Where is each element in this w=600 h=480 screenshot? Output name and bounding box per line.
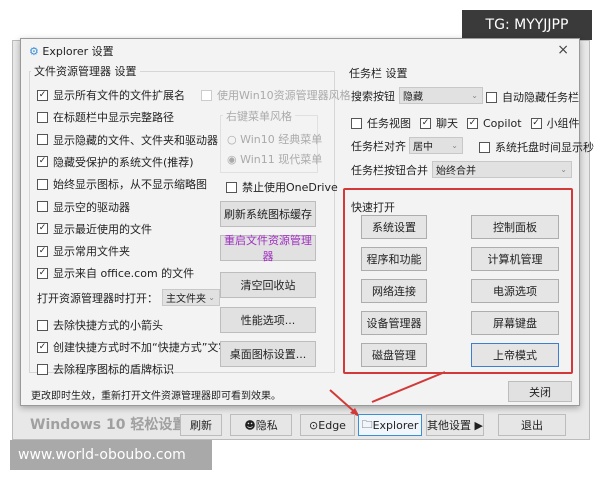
watermark: www.world-oboubo.com <box>10 440 212 470</box>
appbar-button-label: Edge <box>318 418 346 432</box>
appbar-button-label: 退出 <box>521 419 543 432</box>
appbar-button[interactable]: ☻ 隐私 <box>230 414 292 436</box>
appbar-button[interactable]: ⊙ Edge <box>300 414 355 436</box>
mask-icon: ☻ <box>244 418 256 432</box>
appbar-button-label: 刷新 <box>190 419 212 432</box>
appbar-button[interactable]: 🗀 Explorer <box>358 414 422 436</box>
folder-icon: 🗀 <box>361 417 373 431</box>
appbar-button-label: 其他设置 ▶ <box>427 419 483 432</box>
edge-icon: ⊙ <box>309 418 319 432</box>
appbar-button[interactable]: 其他设置 ▶ <box>426 414 484 436</box>
appbar-button-label: Explorer <box>372 418 419 432</box>
appbar-button-label: 隐私 <box>255 419 278 432</box>
arrow-line <box>371 371 446 403</box>
appbar-button[interactable]: 退出 <box>498 414 566 436</box>
appbar-title: Windows 10 轻松设置 <box>30 417 187 433</box>
annotation-arrows <box>329 371 446 417</box>
appbar-button[interactable]: 刷新 <box>180 414 222 436</box>
